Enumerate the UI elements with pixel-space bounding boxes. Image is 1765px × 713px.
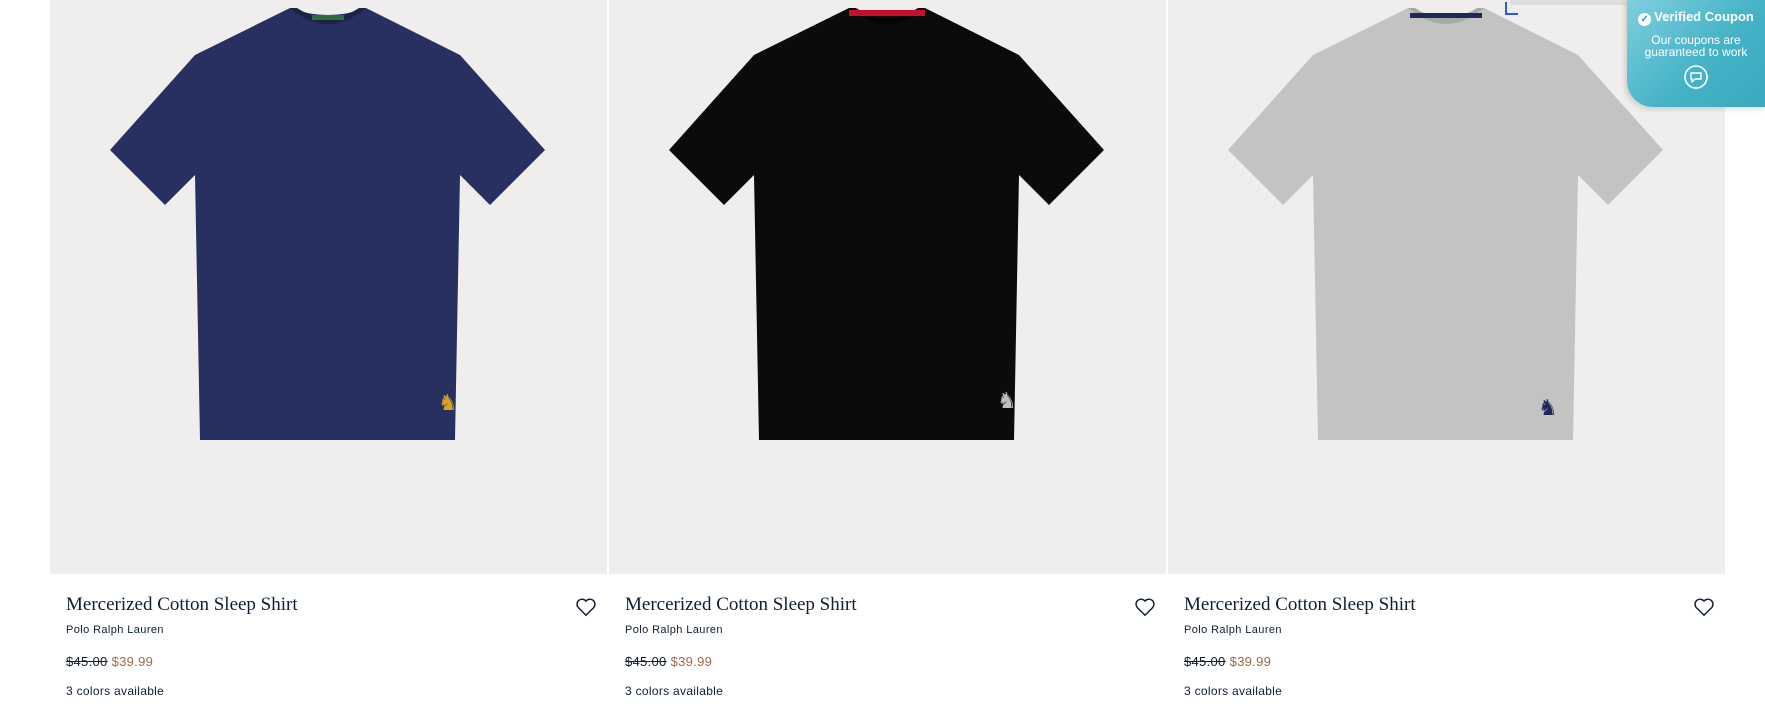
- product-card[interactable]: ♞ Mercerized Cotton Sleep Shirt Polo Ral…: [609, 0, 1166, 713]
- original-price: $45.00: [66, 654, 108, 669]
- corner-bracket-icon: [1505, 2, 1518, 15]
- sale-price: $39.99: [670, 654, 713, 669]
- svg-text:♞: ♞: [438, 391, 458, 416]
- product-price: $45.00 $39.99: [66, 654, 153, 669]
- tshirt-navy-image: ♞: [110, 8, 545, 440]
- colors-available[interactable]: 3 colors available: [66, 684, 164, 698]
- product-card[interactable]: ♞ Mercerized Cotton Sleep Shirt Polo Ral…: [50, 0, 607, 713]
- coupon-title: Verified Coupon: [1654, 9, 1754, 24]
- tshirt-black-image: ♞: [669, 8, 1104, 440]
- product-image[interactable]: ♞: [609, 0, 1166, 574]
- sale-price: $39.99: [111, 654, 154, 669]
- product-grid: ♞ Mercerized Cotton Sleep Shirt Polo Ral…: [50, 0, 1725, 713]
- chat-bubble-icon[interactable]: [1683, 64, 1709, 90]
- colors-available[interactable]: 3 colors available: [625, 684, 723, 698]
- svg-text:♞: ♞: [1538, 396, 1558, 421]
- product-price: $45.00 $39.99: [1184, 654, 1271, 669]
- svg-text:♞: ♞: [997, 389, 1017, 414]
- colors-available[interactable]: 3 colors available: [1184, 684, 1282, 698]
- verified-coupon-badge[interactable]: ✓ Verified Coupon Our coupons are guarant…: [1627, 0, 1765, 107]
- product-card[interactable]: ♞ Mercerized Cotton Sleep Shirt Polo Ral…: [1168, 0, 1725, 713]
- original-price: $45.00: [625, 654, 667, 669]
- coupon-title-row: ✓ Verified Coupon: [1627, 9, 1765, 26]
- sale-price: $39.99: [1229, 654, 1272, 669]
- heart-icon[interactable]: [575, 596, 597, 618]
- product-brand: Polo Ralph Lauren: [625, 624, 723, 636]
- check-icon: ✓: [1638, 13, 1652, 26]
- heart-icon[interactable]: [1693, 596, 1715, 618]
- coupon-subtitle: Our coupons are guaranteed to work: [1627, 34, 1765, 58]
- product-image[interactable]: ♞: [50, 0, 607, 574]
- product-title[interactable]: Mercerized Cotton Sleep Shirt: [1184, 594, 1416, 616]
- original-price: $45.00: [1184, 654, 1226, 669]
- product-brand: Polo Ralph Lauren: [66, 624, 164, 636]
- coupon-line-2: guaranteed to work: [1644, 45, 1748, 59]
- product-title[interactable]: Mercerized Cotton Sleep Shirt: [625, 594, 857, 616]
- heart-icon[interactable]: [1134, 596, 1156, 618]
- product-title[interactable]: Mercerized Cotton Sleep Shirt: [66, 594, 298, 616]
- popup-edge: [1510, 0, 1630, 5]
- product-price: $45.00 $39.99: [625, 654, 712, 669]
- product-brand: Polo Ralph Lauren: [1184, 624, 1282, 636]
